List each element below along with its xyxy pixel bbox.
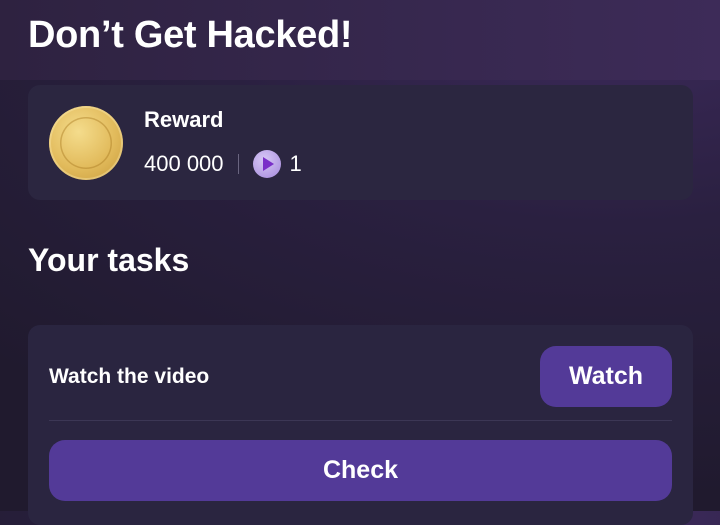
page-title: Don’t Get Hacked! bbox=[28, 14, 353, 56]
video-play-icon bbox=[252, 150, 281, 178]
task-label: Watch the video bbox=[49, 365, 210, 388]
task-card: Watch the video Watch Check bbox=[28, 325, 693, 525]
tasks-heading: Your tasks bbox=[28, 242, 190, 278]
reward-label: Reward bbox=[144, 107, 224, 132]
task-divider bbox=[49, 420, 672, 421]
header-band: Don’t Get Hacked! bbox=[0, 0, 720, 80]
reward-values: 400 000 1 bbox=[144, 149, 302, 179]
reward-card: Reward 400 000 1 bbox=[28, 85, 693, 200]
reward-divider bbox=[237, 154, 239, 174]
reward-video-count: 1 bbox=[289, 151, 302, 176]
reward-coins-value: 400 000 bbox=[144, 151, 224, 176]
coin-icon bbox=[49, 106, 123, 180]
check-button[interactable]: Check bbox=[49, 440, 672, 501]
watch-button[interactable]: Watch bbox=[540, 346, 672, 407]
